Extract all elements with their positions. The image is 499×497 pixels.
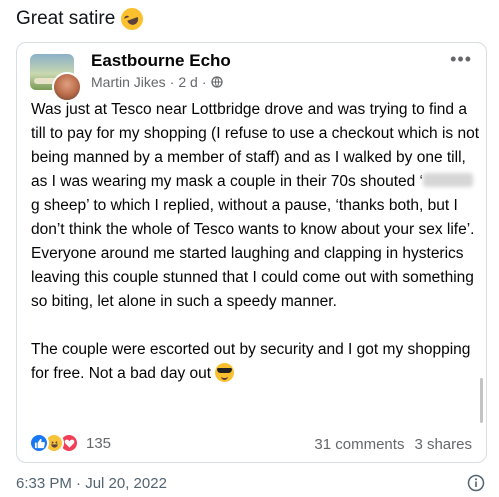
censored-word: [423, 173, 473, 187]
post-body: Was just at Tesco near Lottbridge drove …: [31, 98, 479, 386]
tweet-timestamp[interactable]: 6:33 PM · Jul 20, 2022: [16, 475, 167, 492]
scrollbar: [480, 378, 483, 423]
engagement-stats: 31 comments 3 shares: [314, 436, 472, 453]
tweet-text: Great satire: [16, 4, 147, 34]
facebook-post-screenshot: Eastbourne Echo Martin Jikes · 2 d · •••…: [16, 42, 487, 463]
sunglasses-emoji-icon: [215, 363, 235, 382]
post-meta: Martin Jikes · 2 d ·: [91, 74, 223, 90]
rolling-laughing-emoji-icon: [118, 4, 147, 34]
post-text-part: g sheep’ to which I replied, without a p…: [31, 197, 475, 310]
post-text-part: The couple were escorted out by security…: [31, 341, 471, 382]
shares-count: 3 shares: [414, 436, 472, 453]
author-name: Martin Jikes: [91, 74, 166, 90]
post-age: 2 d: [178, 74, 198, 90]
globe-icon: [210, 76, 223, 88]
page-name: Eastbourne Echo: [91, 51, 231, 70]
like-icon: [29, 433, 49, 453]
more-options-icon: •••: [450, 49, 472, 69]
post-paragraph: Was just at Tesco near Lottbridge drove …: [31, 98, 479, 314]
post-paragraph: The couple were escorted out by security…: [31, 338, 479, 386]
info-icon[interactable]: [467, 474, 485, 492]
post-text-part: Was just at Tesco near Lottbridge drove …: [31, 101, 480, 190]
avatar-group: [30, 54, 82, 104]
tweet-text-content: Great satire: [16, 8, 116, 29]
meta-separator: ·: [201, 74, 207, 90]
reaction-count: 135: [86, 434, 112, 452]
reactions-summary: 135: [29, 433, 111, 453]
meta-separator: ·: [169, 74, 175, 90]
comments-count: 31 comments: [314, 436, 405, 453]
